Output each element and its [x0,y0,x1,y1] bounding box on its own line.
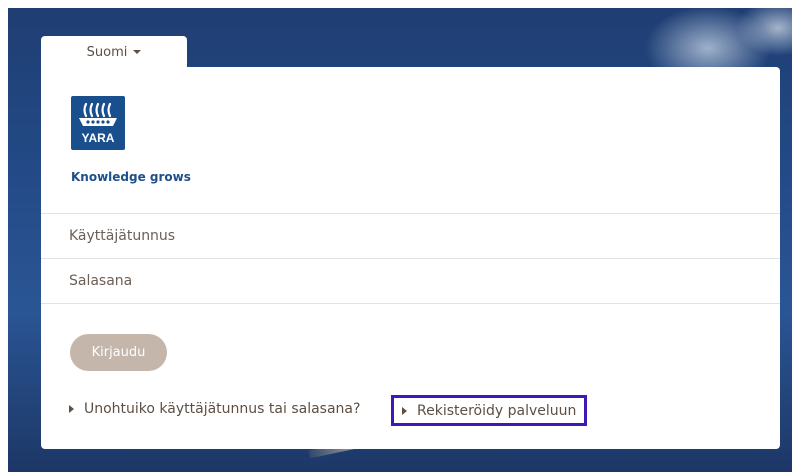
brand-tagline: Knowledge grows [71,170,191,184]
language-label: Suomi [86,44,128,60]
login-card: YARA Knowledge grows Kirjaudu Unohtuiko … [41,67,780,449]
username-row [41,213,780,259]
caret-right-icon [69,405,74,413]
svg-text:YARA: YARA [82,131,115,145]
language-selector[interactable]: Suomi [41,36,187,68]
caret-down-icon [133,50,142,54]
register-link[interactable]: Rekisteröidy palveluun [391,395,588,426]
yara-logo: YARA [71,96,125,150]
forgot-credentials-label: Unohtuiko käyttäjätunnus tai salasana? [84,401,361,417]
divider [41,303,780,304]
forgot-credentials-link[interactable]: Unohtuiko käyttäjätunnus tai salasana? [69,401,360,417]
password-field[interactable] [41,259,749,303]
login-button[interactable]: Kirjaudu [70,334,167,371]
password-row [41,258,780,304]
caret-right-icon [402,406,407,415]
username-field[interactable] [41,214,749,258]
register-label: Rekisteröidy palveluun [417,402,577,419]
